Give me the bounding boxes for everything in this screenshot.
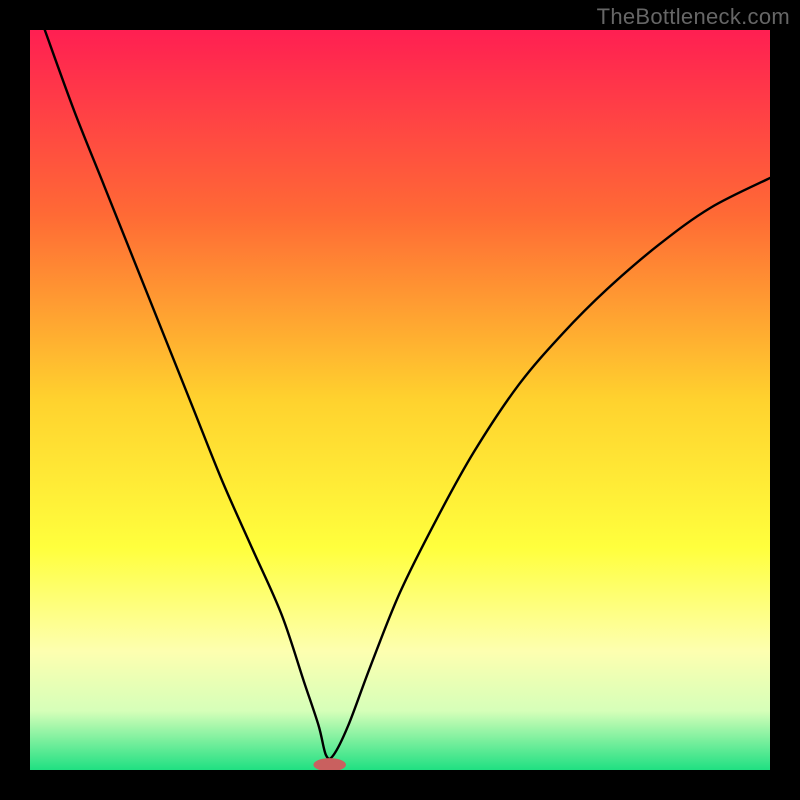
plot-area [30, 30, 770, 770]
watermark-text: TheBottleneck.com [597, 4, 790, 30]
chart-frame: TheBottleneck.com [0, 0, 800, 800]
gradient-background [30, 30, 770, 770]
chart-svg [30, 30, 770, 770]
